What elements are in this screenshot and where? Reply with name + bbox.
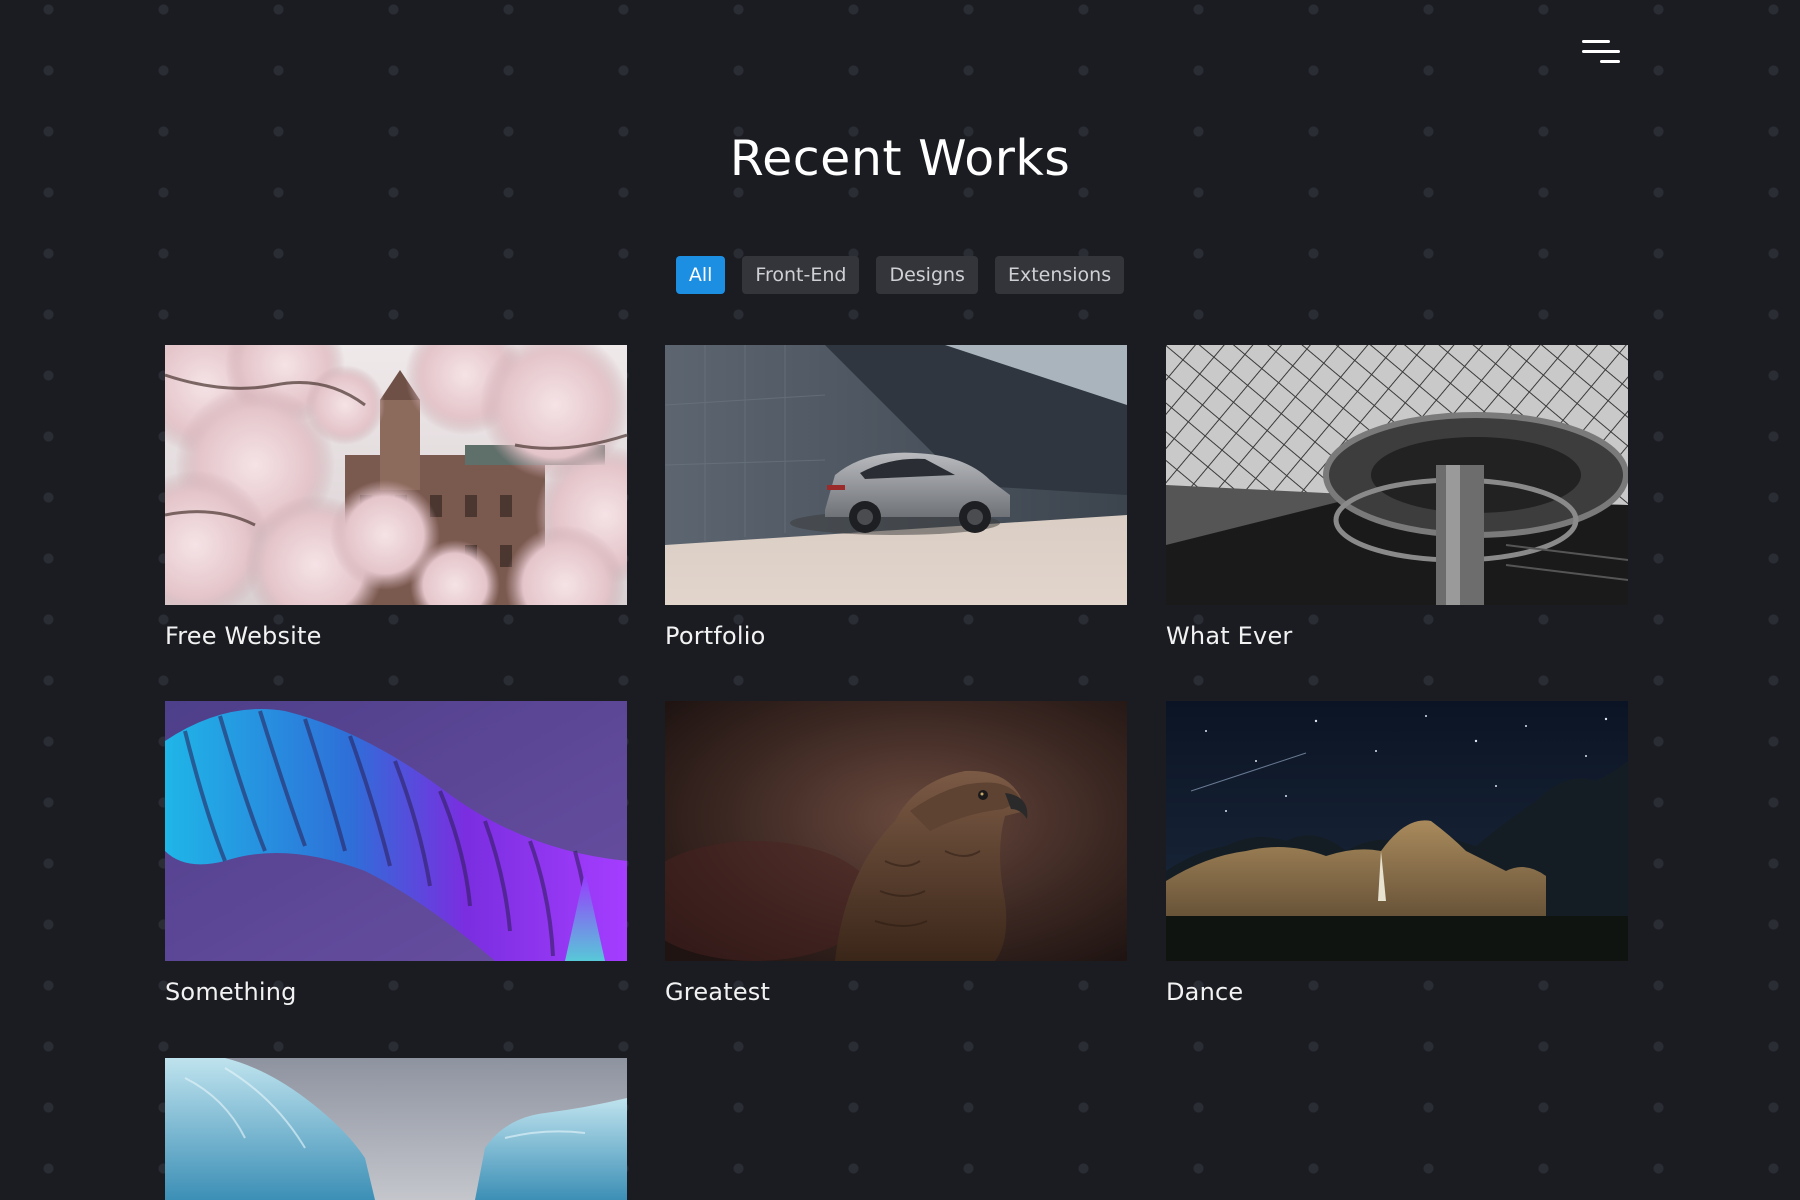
page-title: Recent Works [729, 130, 1071, 187]
work-card-dance[interactable]: Dance [1166, 701, 1628, 1006]
work-card-something[interactable]: Something [165, 701, 627, 1006]
night-mountain-waterfall-photo [1166, 701, 1628, 961]
glass-pyramid-spiral-stair-photo [1166, 345, 1628, 605]
work-title: Dance [1166, 978, 1244, 1006]
work-title: Free Website [165, 622, 322, 650]
work-title: Something [165, 978, 297, 1006]
work-title: What Ever [1166, 622, 1293, 650]
grey-sports-car-photo [665, 345, 1127, 605]
filter-extensions[interactable]: Extensions [994, 256, 1125, 294]
cherry-blossom-building-photo [165, 345, 627, 605]
work-card-portfolio[interactable]: Portfolio [665, 345, 1127, 650]
work-title: Greatest [665, 978, 771, 1006]
work-card-glacier[interactable] [165, 1058, 627, 1200]
work-title: Portfolio [665, 622, 766, 650]
eagle-portrait-photo [665, 701, 1127, 961]
work-card-greatest[interactable]: Greatest [665, 701, 1127, 1006]
filter-designs[interactable]: Designs [876, 256, 978, 294]
glacier-ice-photo [165, 1058, 627, 1200]
filter-bar: All Front-End Designs Extensions [0, 256, 1800, 294]
filter-front-end[interactable]: Front-End [742, 256, 860, 294]
work-card-free-website[interactable]: Free Website [165, 345, 627, 650]
work-card-what-ever[interactable]: What Ever [1166, 345, 1628, 650]
purple-blue-abstract-wave-photo [165, 701, 627, 961]
hamburger-menu-icon[interactable] [1576, 36, 1622, 70]
filter-all[interactable]: All [675, 256, 726, 294]
